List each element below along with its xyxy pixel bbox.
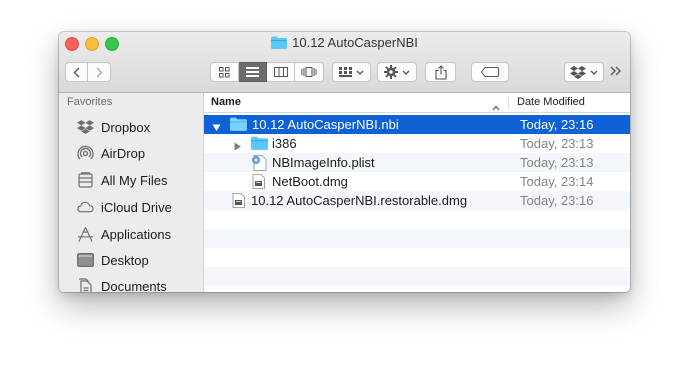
- folder-icon: [230, 117, 247, 132]
- chevron-left-icon: [73, 67, 79, 77]
- forward-button[interactable]: [88, 62, 111, 82]
- file-name: NetBoot.dmg: [272, 174, 348, 189]
- share-icon: [434, 64, 447, 80]
- sidebar-item-label: Desktop: [101, 252, 149, 268]
- sidebar-item-documents[interactable]: Documents: [77, 276, 167, 292]
- empty-row: [204, 210, 630, 229]
- file-date: Today, 23:16: [520, 117, 594, 132]
- share-button[interactable]: [425, 62, 456, 82]
- empty-row: [204, 248, 630, 267]
- back-button[interactable]: [65, 62, 88, 82]
- sidebar-item-label: iCloud Drive: [101, 199, 172, 215]
- icon-view-button[interactable]: [210, 62, 239, 82]
- dropbox-icon: [570, 65, 586, 79]
- desktop-icon: [77, 252, 94, 269]
- folder-icon: [271, 36, 288, 53]
- window-title: 10.12 AutoCasperNBI: [59, 35, 630, 51]
- disclosure-triangle-collapsed-icon[interactable]: [233, 139, 242, 151]
- table-row[interactable]: 10.12 AutoCasperNBI.nbi Today, 23:16: [204, 115, 630, 134]
- toolbar-overflow-button[interactable]: [609, 64, 622, 83]
- edit-tags-button[interactable]: [471, 62, 509, 82]
- file-name: 10.12 AutoCasperNBI.nbi: [252, 117, 399, 132]
- table-row[interactable]: NetBoot.dmg Today, 23:14: [204, 172, 630, 191]
- arrange-button[interactable]: [332, 62, 371, 82]
- chevron-right-icon: [96, 67, 103, 77]
- empty-row: [204, 229, 630, 248]
- cover-flow-icon: [301, 67, 317, 77]
- grid-icon: [219, 66, 230, 77]
- sidebar-item-applications[interactable]: Applications: [77, 224, 171, 244]
- sidebar-item-label: AirDrop: [101, 145, 146, 161]
- sidebar: Favorites Dropbox AirDrop All My Files i…: [59, 93, 204, 292]
- sidebar-item-icloud-drive[interactable]: iCloud Drive: [77, 197, 172, 217]
- sidebar-item-airdrop[interactable]: AirDrop: [77, 143, 145, 163]
- plist-icon: [251, 155, 268, 171]
- file-name: i386: [272, 136, 297, 151]
- sidebar-item-label: Documents: [101, 278, 167, 293]
- double-chevron-right-icon: [610, 66, 621, 76]
- disclosure-triangle-expanded-icon[interactable]: [212, 120, 221, 131]
- sort-ascending-icon: [492, 98, 500, 116]
- file-date: Today, 23:14: [520, 174, 594, 189]
- column-view-button[interactable]: [267, 62, 295, 82]
- sidebar-item-all-my-files[interactable]: All My Files: [77, 170, 167, 190]
- date-modified-column-header[interactable]: Date Modified: [517, 96, 585, 108]
- file-name: 10.12 AutoCasperNBI.restorable.dmg: [251, 193, 468, 208]
- nav-buttons: [65, 62, 111, 82]
- window-title-text: 10.12 AutoCasperNBI: [292, 35, 418, 50]
- sidebar-item-desktop[interactable]: Desktop: [77, 250, 149, 270]
- view-mode-control: [210, 62, 324, 82]
- tag-icon: [481, 67, 499, 77]
- cover-flow-view-button[interactable]: [295, 62, 324, 82]
- titlebar: 10.12 AutoCasperNBI: [59, 32, 630, 93]
- table-row[interactable]: NBImageInfo.plist Today, 23:13: [204, 153, 630, 172]
- table-row[interactable]: 10.12 AutoCasperNBI.restorable.dmg Today…: [204, 191, 630, 210]
- chevron-down-icon: [590, 70, 598, 75]
- sidebar-item-label: Applications: [101, 226, 172, 242]
- chevron-down-icon: [402, 70, 410, 75]
- folder-icon: [251, 136, 268, 151]
- dropbox-menu-button[interactable]: [564, 62, 604, 82]
- name-column-header[interactable]: Name: [211, 96, 241, 108]
- file-date: Today, 23:16: [520, 193, 594, 208]
- sidebar-item-dropbox[interactable]: Dropbox: [77, 117, 150, 137]
- chevron-down-icon: [356, 70, 364, 75]
- sidebar-item-label: All My Files: [101, 172, 168, 188]
- sidebar-item-label: Dropbox: [101, 119, 151, 135]
- dmg-icon: [232, 193, 249, 208]
- columns-icon: [273, 67, 288, 77]
- dmg-icon: [252, 174, 269, 189]
- sidebar-section-title: Favorites: [67, 96, 113, 108]
- icloud-icon: [77, 199, 94, 216]
- empty-row: [204, 267, 630, 286]
- table-row[interactable]: i386 Today, 23:13: [204, 134, 630, 153]
- all-my-files-icon: [77, 172, 94, 189]
- finder-window: 10.12 AutoCasperNBI Favorites Dropbox Ai…: [59, 32, 630, 292]
- file-date: Today, 23:13: [520, 136, 594, 151]
- column-divider[interactable]: [508, 96, 509, 110]
- list-icon: [246, 67, 259, 77]
- documents-icon: [77, 277, 94, 292]
- column-header: Name Date Modified: [204, 93, 630, 113]
- gear-icon: [384, 65, 398, 79]
- action-button[interactable]: [377, 62, 417, 82]
- dropbox-icon: [77, 119, 94, 136]
- applications-icon: [77, 226, 94, 243]
- file-list: Name Date Modified 10.12 AutoCasperNBI.n…: [204, 93, 630, 292]
- airdrop-icon: [77, 145, 94, 162]
- arrange-grid-icon: [339, 66, 352, 77]
- file-date: Today, 23:13: [520, 155, 594, 170]
- list-view-button[interactable]: [239, 62, 267, 82]
- file-name: NBImageInfo.plist: [272, 155, 375, 170]
